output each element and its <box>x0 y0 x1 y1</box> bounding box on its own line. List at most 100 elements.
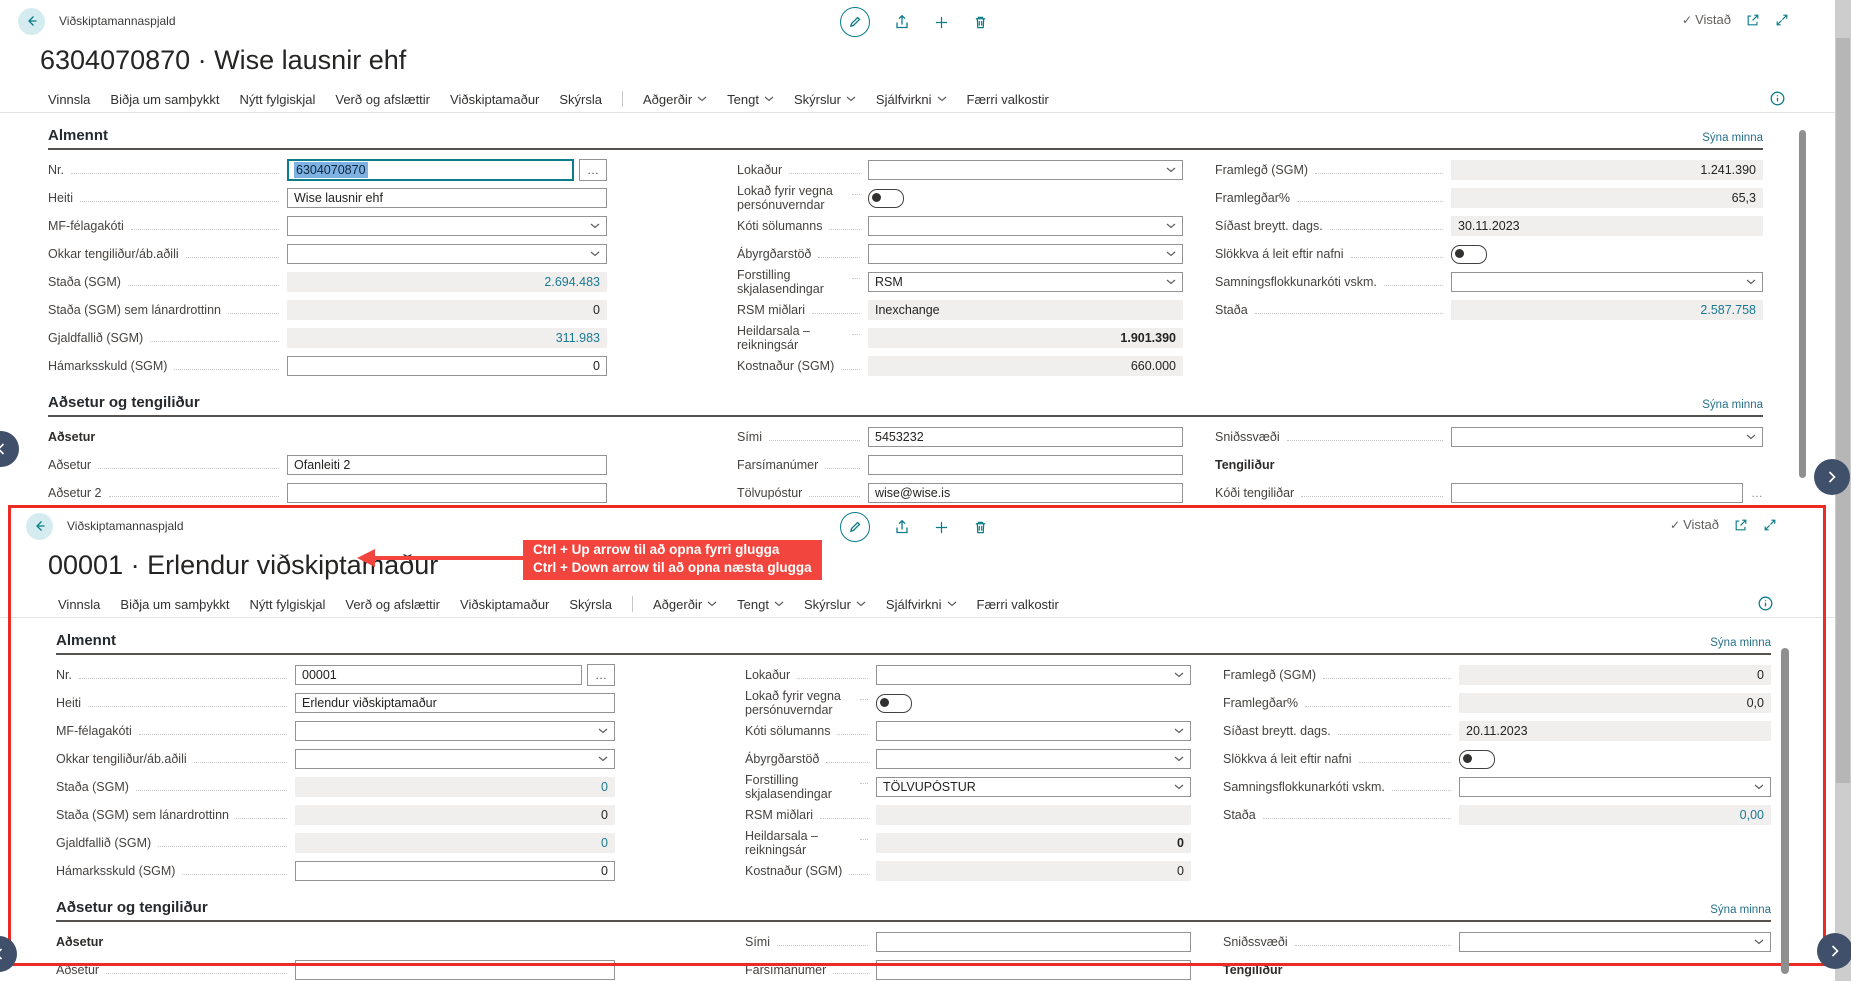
toggle-loka-fyrir-vegna-pers-nuverndar[interactable] <box>876 694 912 713</box>
edit-pencil-button[interactable] <box>840 512 870 542</box>
readonly-field-gjaldfalli-sgm[interactable]: 311.983 <box>287 328 607 348</box>
field-input-fars-man-mer[interactable] <box>876 960 1191 980</box>
share-button[interactable] <box>894 14 910 30</box>
field-input-s-mi[interactable] <box>876 932 1191 952</box>
menu-dropdown-sk-rslur[interactable]: Skýrslur <box>794 92 856 107</box>
field-input-k-ti-s-lumanns[interactable] <box>876 721 1191 741</box>
readonly-field-sta-a[interactable]: 0,00 <box>1459 805 1771 825</box>
delete-button[interactable] <box>973 15 988 30</box>
menu-dropdown-sk-rslur[interactable]: Skýrslur <box>804 597 866 612</box>
field-input-byrg-arst[interactable] <box>868 244 1183 264</box>
dropdown-chevron-icon[interactable] <box>594 728 608 734</box>
field-input-k-ti-s-lumanns[interactable] <box>868 216 1183 236</box>
dropdown-chevron-icon[interactable] <box>1170 672 1184 678</box>
next-record-button[interactable] <box>1817 933 1851 969</box>
delete-button[interactable] <box>973 520 988 535</box>
field-input-s-mi[interactable]: 5453232 <box>868 427 1183 447</box>
field-input-k-i-tengili-ar[interactable] <box>1451 483 1743 503</box>
menu-item-vi-skiptama-ur[interactable]: Viðskiptamaður <box>450 92 539 107</box>
dropdown-chevron-icon[interactable] <box>586 223 600 229</box>
show-less-link[interactable]: Sýna minna <box>1702 399 1763 411</box>
menu-dropdown-sj-lfvirkni[interactable]: Sjálfvirkni <box>876 92 947 107</box>
field-input-loka-ur[interactable] <box>876 665 1191 685</box>
new-button[interactable] <box>934 15 949 30</box>
dropdown-chevron-icon[interactable] <box>1162 167 1176 173</box>
readonly-field-gjaldfalli-sgm[interactable]: 0 <box>295 833 615 853</box>
dropdown-chevron-icon[interactable] <box>1742 279 1756 285</box>
readonly-field-sta-a-sgm[interactable]: 0 <box>295 777 615 797</box>
menu-dropdown-sj-lfvirkni[interactable]: Sjálfvirkni <box>886 597 957 612</box>
field-input-sni-ssv-i[interactable] <box>1459 932 1771 952</box>
readonly-field-sta-a-sgm[interactable]: 2.694.483 <box>287 272 607 292</box>
open-in-new-window-button[interactable] <box>1746 13 1760 27</box>
field-input-samningsflokkunark-ti-vskm[interactable] <box>1451 272 1763 292</box>
dropdown-chevron-icon[interactable] <box>1750 939 1764 945</box>
edit-pencil-button[interactable] <box>840 7 870 37</box>
field-input-a-setur[interactable]: Ofanleiti 2 <box>287 455 607 475</box>
back-button[interactable] <box>26 513 53 540</box>
field-input-mf-f-lagak-ti[interactable] <box>287 216 607 236</box>
assist-edit-button[interactable]: … <box>1751 486 1763 500</box>
toggle-loka-fyrir-vegna-pers-nuverndar[interactable] <box>868 189 904 208</box>
field-input-sni-ssv-i[interactable] <box>1451 427 1763 447</box>
field-input-nr[interactable]: 00001 <box>295 665 582 685</box>
field-input-forstilling-skjalasendingar[interactable]: RSM <box>868 272 1183 292</box>
field-input-t-lvup-stur[interactable]: wise@wise.is <box>868 483 1183 503</box>
outer-scrollbar-thumb[interactable] <box>1836 38 1850 783</box>
menu-dropdown-tengt[interactable]: Tengt <box>727 92 774 107</box>
next-record-button[interactable] <box>1814 459 1850 495</box>
field-input-h-marksskuld-sgm[interactable]: 0 <box>295 861 615 881</box>
dropdown-chevron-icon[interactable] <box>1170 728 1184 734</box>
field-input-okkar-tengili-ur-b-a-ili[interactable] <box>295 749 615 769</box>
menu-item-vinnsla[interactable]: Vinnsla <box>48 92 90 107</box>
show-less-link[interactable]: Sýna minna <box>1710 904 1771 916</box>
menu-item-n-tt-fylgiskjal[interactable]: Nýtt fylgiskjal <box>250 597 326 612</box>
field-input-heiti[interactable]: Wise lausnir ehf <box>287 188 607 208</box>
menu-item-sk-rsla[interactable]: Skýrsla <box>559 92 602 107</box>
dropdown-chevron-icon[interactable] <box>1170 756 1184 762</box>
field-input-heiti[interactable]: Erlendur viðskiptamaður <box>295 693 615 713</box>
dropdown-chevron-icon[interactable] <box>1162 279 1176 285</box>
menu-item-sk-rsla[interactable]: Skýrsla <box>569 597 612 612</box>
collapse-button[interactable] <box>1775 13 1789 27</box>
dropdown-chevron-icon[interactable] <box>586 251 600 257</box>
field-input-forstilling-skjalasendingar[interactable]: TÖLVUPÓSTUR <box>876 777 1191 797</box>
field-input-fars-man-mer[interactable] <box>868 455 1183 475</box>
collapse-button[interactable] <box>1763 518 1777 532</box>
toggle-sl-kkva-leit-eftir-nafni[interactable] <box>1451 245 1487 264</box>
menu-item-n-tt-fylgiskjal[interactable]: Nýtt fylgiskjal <box>240 92 316 107</box>
field-input-a-setur[interactable] <box>295 960 615 980</box>
field-input-samningsflokkunark-ti-vskm[interactable] <box>1459 777 1771 797</box>
field-input-a-setur-2[interactable] <box>287 483 607 503</box>
field-input-okkar-tengili-ur-b-a-ili[interactable] <box>287 244 607 264</box>
menu-more-options[interactable]: Færri valkostir <box>977 597 1059 612</box>
dropdown-chevron-icon[interactable] <box>1170 784 1184 790</box>
field-input-nr[interactable]: 6304070870 <box>287 159 574 181</box>
menu-item-bi-ja-um-sam-ykkt[interactable]: Biðja um samþykkt <box>110 92 219 107</box>
dropdown-chevron-icon[interactable] <box>1742 434 1756 440</box>
open-in-new-window-button[interactable] <box>1734 518 1748 532</box>
menu-dropdown-a-ger-ir[interactable]: Aðgerðir <box>643 92 707 107</box>
field-input-h-marksskuld-sgm[interactable]: 0 <box>287 356 607 376</box>
new-button[interactable] <box>934 520 949 535</box>
menu-more-options[interactable]: Færri valkostir <box>967 92 1049 107</box>
readonly-field-sta-a[interactable]: 2.587.758 <box>1451 300 1763 320</box>
show-less-link[interactable]: Sýna minna <box>1710 637 1771 649</box>
menu-dropdown-tengt[interactable]: Tengt <box>737 597 784 612</box>
assist-edit-button[interactable]: … <box>579 159 607 181</box>
menu-item-ver-og-afsl-ttir[interactable]: Verð og afslættir <box>345 597 440 612</box>
menu-item-vinnsla[interactable]: Vinnsla <box>58 597 100 612</box>
share-button[interactable] <box>894 519 910 535</box>
breadcrumb[interactable]: Viðskiptamannaspjald <box>59 14 176 28</box>
toggle-sl-kkva-leit-eftir-nafni[interactable] <box>1459 750 1495 769</box>
page-info-button[interactable] <box>1770 91 1785 109</box>
menu-item-bi-ja-um-sam-ykkt[interactable]: Biðja um samþykkt <box>120 597 229 612</box>
show-less-link[interactable]: Sýna minna <box>1702 132 1763 144</box>
menu-item-vi-skiptama-ur[interactable]: Viðskiptamaður <box>460 597 549 612</box>
dropdown-chevron-icon[interactable] <box>1162 223 1176 229</box>
dropdown-chevron-icon[interactable] <box>1750 784 1764 790</box>
field-input-loka-ur[interactable] <box>868 160 1183 180</box>
dropdown-chevron-icon[interactable] <box>594 756 608 762</box>
back-button[interactable] <box>18 8 45 35</box>
assist-edit-button[interactable]: … <box>587 664 615 686</box>
